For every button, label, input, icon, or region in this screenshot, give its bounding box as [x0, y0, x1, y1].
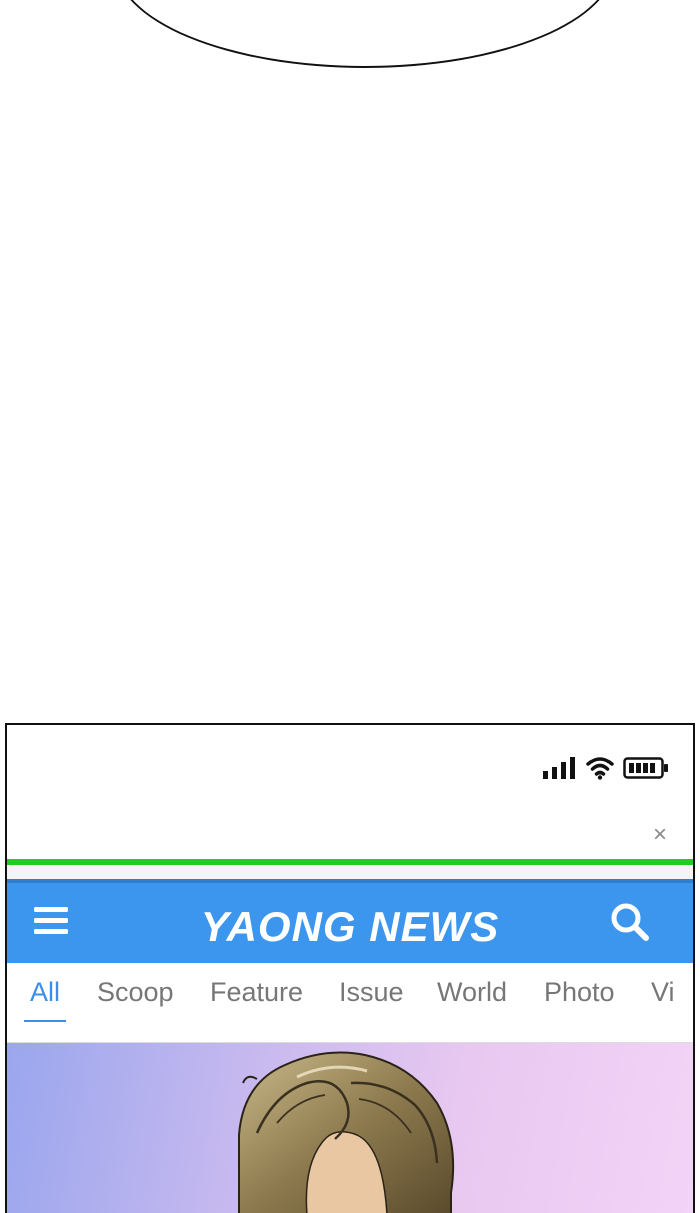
close-button[interactable]: × [645, 815, 675, 855]
tab-photo[interactable]: Photo [544, 977, 615, 1022]
close-icon: × [652, 821, 667, 848]
tab-scoop[interactable]: Scoop [97, 977, 174, 1022]
search-icon[interactable] [609, 901, 651, 943]
tab-vi[interactable]: Vi [651, 977, 675, 1022]
app-title: YAONG NEWS [200, 903, 500, 950]
wifi-icon [586, 757, 614, 780]
divider [7, 865, 693, 879]
browser-bar: × [7, 815, 693, 860]
tab-world[interactable]: World [437, 977, 507, 1022]
signal-bars-icon [543, 757, 575, 779]
battery-icon [623, 757, 668, 779]
app-header: YAONG NEWS [7, 879, 693, 963]
tab-all[interactable]: All [23, 977, 67, 1022]
status-bar [7, 725, 693, 815]
speech-bubble [115, 0, 615, 68]
hero-portrait [238, 1051, 455, 1213]
category-tabs: All Scoop Feature Issue World Photo Vi [7, 963, 693, 1043]
hero-image[interactable] [7, 1043, 693, 1213]
phone-screen: × YAONG NEWS All Scoop Feature Issue World Ph… [5, 723, 695, 1213]
tab-issue[interactable]: Issue [339, 977, 404, 1022]
tab-feature[interactable]: Feature [210, 977, 303, 1022]
